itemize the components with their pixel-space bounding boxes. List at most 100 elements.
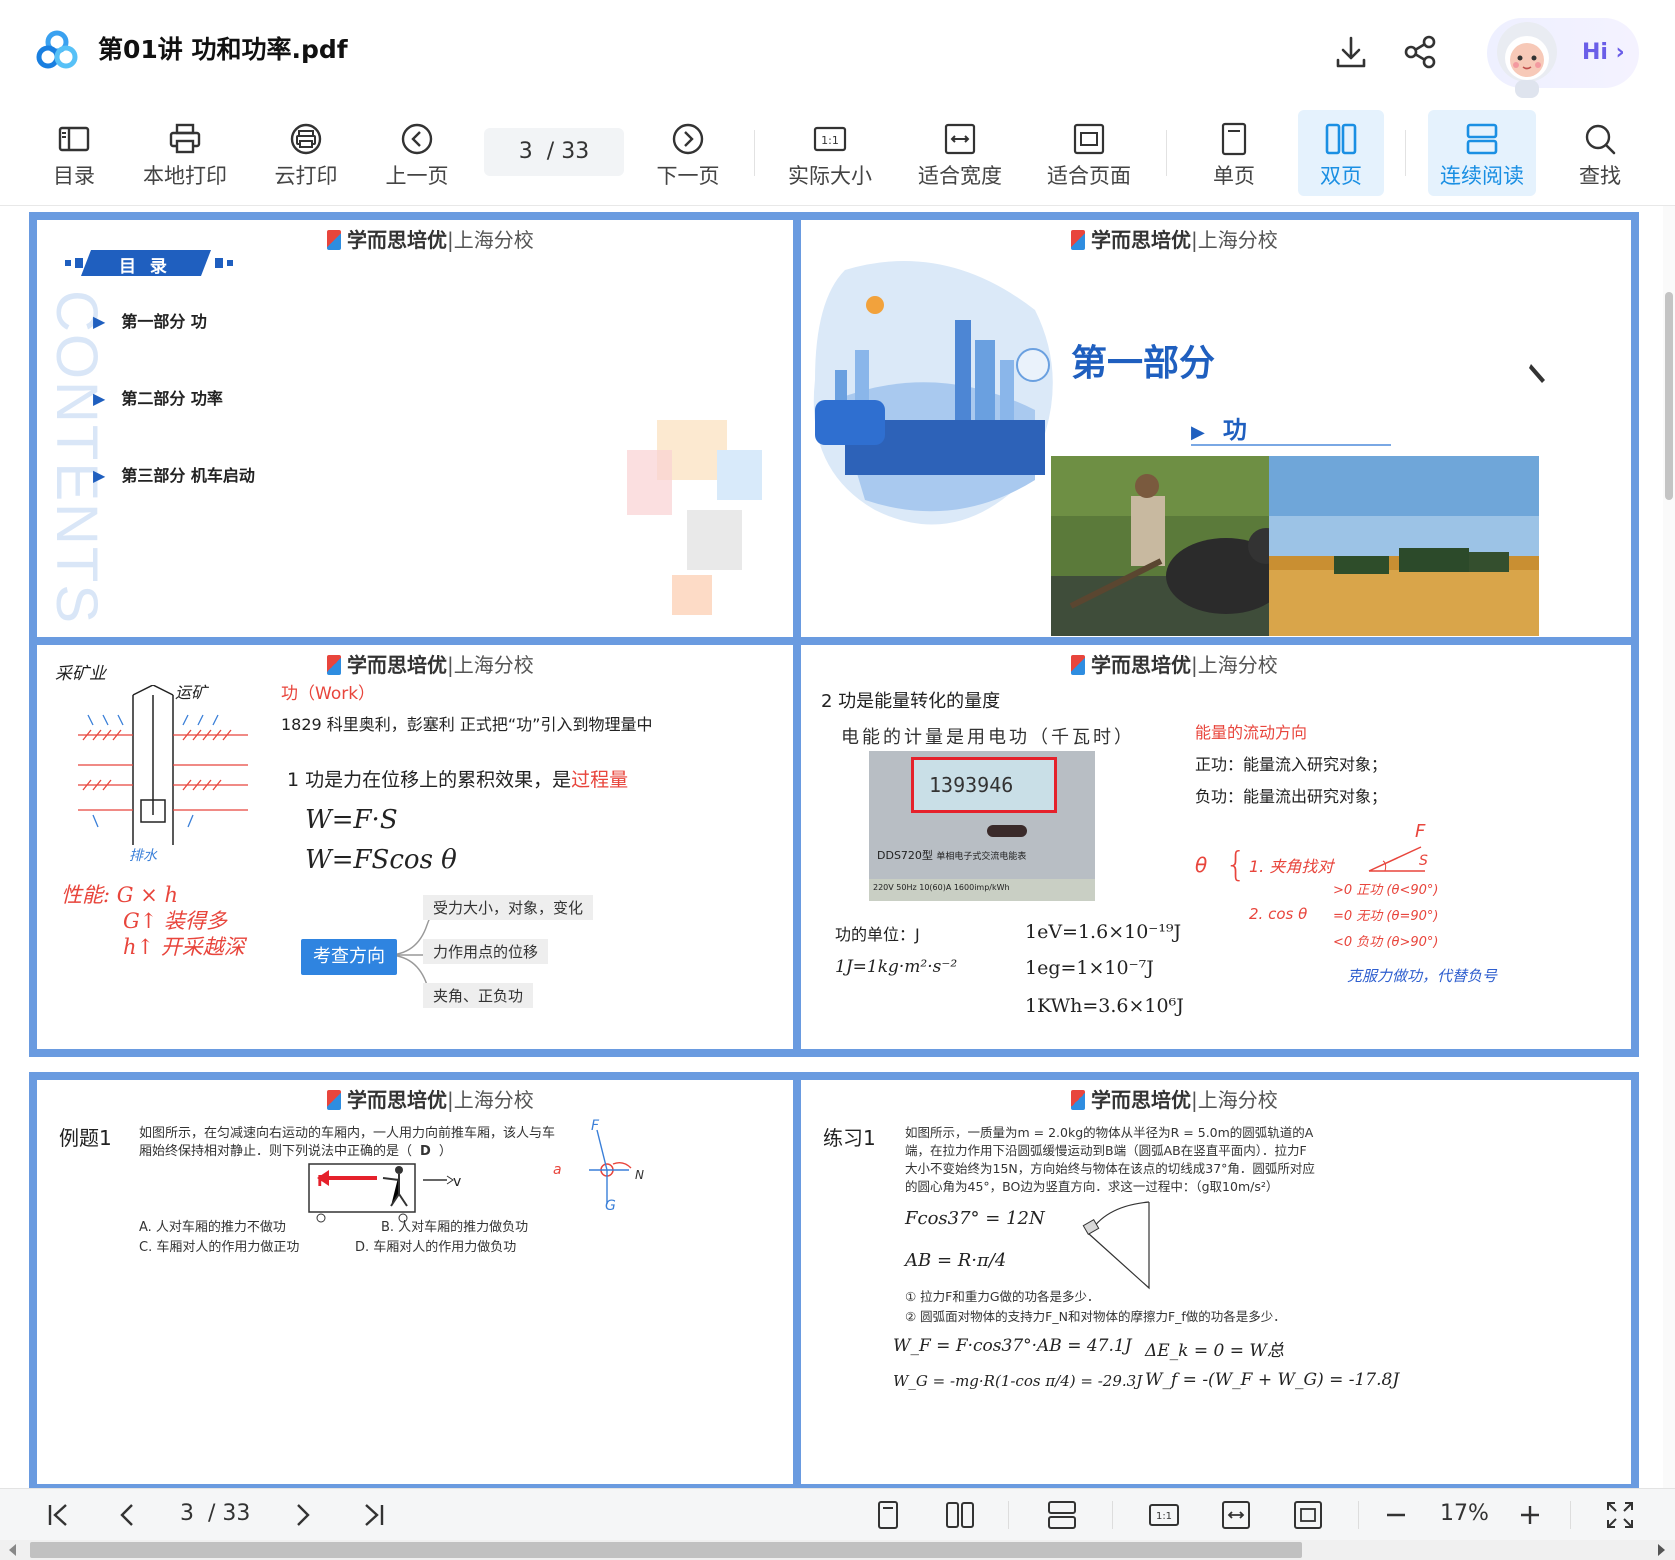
toolbar-label: 查找	[1579, 164, 1621, 188]
download-icon[interactable]	[1331, 32, 1371, 72]
single-page-icon[interactable]	[872, 1499, 904, 1531]
example-label: 例题1	[59, 1126, 112, 1150]
toc-item[interactable]: ▶ 第一部分 功	[93, 308, 207, 332]
scroll-left-icon[interactable]	[8, 1544, 18, 1556]
slide-exercise-1: 学而思培优|上海分校 练习1 如图所示，一质量为m = 2.0kg的物体从半径为…	[793, 1072, 1639, 1488]
toolbar-next-page-button[interactable]: 下一页	[648, 110, 728, 196]
toolbar-actual-size-button[interactable]: 1:1 实际大小	[780, 110, 880, 196]
toolbar-label: 实际大小	[788, 164, 872, 188]
toolbar-toc-button[interactable]: 目录	[38, 110, 110, 196]
vertical-scroll-thumb[interactable]	[1665, 292, 1673, 500]
next-page-icon[interactable]	[286, 1499, 318, 1531]
answer: D	[420, 1144, 431, 1159]
cloud-print-icon	[290, 123, 322, 155]
exercise-label: 练习1	[823, 1126, 876, 1150]
meter-reading: 1393946	[929, 773, 1014, 797]
handwritten-title: 采矿业	[55, 664, 106, 684]
fit-page-icon	[1073, 123, 1105, 155]
figure-G: G	[605, 1198, 616, 1214]
brand-header: 学而思培优|上海分校	[1071, 1084, 1278, 1113]
option-a: A. 人对车厢的推力不做功	[139, 1220, 286, 1235]
toolbar-fit-page-button[interactable]: 适合页面	[1039, 110, 1139, 196]
actual-size-icon: 1:1	[813, 126, 847, 152]
toolbar-label: 云打印	[274, 164, 338, 188]
brand-logo-icon	[327, 230, 341, 250]
definition-text: 1 功是力在位移上的累积效果，是过程量	[287, 769, 629, 791]
continuous-icon[interactable]	[1046, 1499, 1078, 1531]
double-page-icon[interactable]	[944, 1499, 976, 1531]
brand-header: 学而思培优|上海分校	[1071, 649, 1278, 678]
slide-work-definition: 学而思培优|上海分校 采矿业 运矿 排水 性能: G × h G↑ 装得多 h↑…	[29, 637, 825, 1057]
prev-page-icon	[401, 123, 433, 155]
mindmap-branch: 力作用点的位移	[423, 939, 549, 964]
ai-assistant-button[interactable]: Hi ›	[1487, 18, 1639, 98]
printer-icon	[169, 123, 201, 154]
brand-header: 学而思培优|上海分校	[327, 1084, 534, 1113]
brand-logo-icon	[327, 655, 341, 675]
last-page-icon[interactable]	[358, 1499, 390, 1531]
toolbar-label: 上一页	[385, 164, 449, 188]
zoom-out-icon[interactable]	[1380, 1499, 1412, 1531]
handwritten-calc: Fcos37° = 12N	[905, 1208, 1045, 1229]
handwritten-calc: W_G = -mg·R(1-cos π/4) = -29.3J	[893, 1372, 1143, 1390]
handwritten-line2: 2. cos θ	[1249, 905, 1308, 923]
toolbar-fit-width-button[interactable]: 适合宽度	[910, 110, 1010, 196]
toolbar-prev-page-button[interactable]: 上一页	[377, 110, 457, 196]
toc-item[interactable]: ▶ 第二部分 功率	[93, 385, 223, 409]
energy-flow-title: 能量的流动方向	[1195, 723, 1308, 742]
brand-header: 学而思培优|上海分校	[1071, 224, 1278, 253]
toolbar-label: 本地打印	[143, 164, 227, 188]
fit-page-icon[interactable]	[1292, 1499, 1324, 1531]
figure-F2: F	[591, 1118, 600, 1134]
meter-rating: 220V 50Hz 10(60)A 1600imp/kWh	[873, 883, 1010, 892]
first-page-icon[interactable]	[42, 1499, 74, 1531]
share-icon[interactable]	[1400, 32, 1440, 72]
mine-shaft-sketch-icon	[78, 685, 248, 845]
toolbar-label: 适合宽度	[918, 164, 1002, 188]
continuous-icon	[1466, 123, 1498, 155]
scroll-right-icon[interactable]	[1656, 1544, 1666, 1556]
horizontal-scroll-thumb[interactable]	[30, 1542, 1302, 1558]
formula-wscos: W=FScos θ	[305, 845, 457, 875]
toolbar-local-print-button[interactable]: 本地打印	[133, 110, 237, 196]
next-page-icon	[672, 123, 704, 155]
toolbar-single-page-button[interactable]: 单页	[1194, 110, 1274, 196]
handwritten-bottom: 排水	[129, 848, 157, 864]
toolbar-label: 单页	[1213, 164, 1255, 188]
handwritten-negative: <0 负功 (θ>90°)	[1333, 935, 1439, 950]
prev-page-icon[interactable]	[112, 1499, 144, 1531]
sidebar-icon	[58, 126, 90, 152]
electricity-meter-photo: 1393946 DDS720型 单相电子式交流电能表 220V 50Hz 10(…	[869, 751, 1095, 901]
document-viewer[interactable]: 学而思培优|上海分校 CONTENTS 目 录 ▶ 第一部分 功 ▶ 第二部分 功率…	[0, 206, 1675, 1488]
toolbar-double-page-button[interactable]: 双页	[1298, 110, 1384, 196]
horizontal-scrollbar[interactable]	[0, 1540, 1675, 1560]
problem-line: 的圆心角为45°，BO边为竖直方向．求这一过程中：（g取10m/s²）	[905, 1179, 1279, 1194]
conversion-ev: 1eV=1.6×10⁻¹⁹J	[1025, 921, 1182, 943]
toolbar-label: 目录	[53, 164, 95, 188]
problem-line: 端，在拉力作用下沿圆弧缓慢运动到B端（圆弧AB在竖直平面内）．拉力F	[905, 1143, 1307, 1158]
fullscreen-icon[interactable]	[1604, 1499, 1636, 1531]
app-logo-icon	[36, 30, 78, 69]
brand-header: 学而思培优|上海分校	[327, 224, 534, 253]
fit-width-icon[interactable]	[1220, 1499, 1252, 1531]
mindmap-branch: 受力大小，对象，变化	[423, 895, 594, 920]
handwritten-theta: θ	[1195, 853, 1208, 877]
zoom-in-icon[interactable]	[1514, 1499, 1546, 1531]
bottom-page-indicator[interactable]: 3 / 33	[180, 1501, 250, 1526]
page-number-input[interactable]: 3 / 33	[484, 128, 624, 176]
actual-size-icon[interactable]: 1:1	[1148, 1499, 1180, 1531]
toc-item[interactable]: ▶ 第三部分 机车启动	[93, 462, 255, 486]
vertical-scrollbar[interactable]	[1663, 206, 1675, 1488]
svg-text:1:1: 1:1	[1156, 1511, 1172, 1522]
svg-text:1:1: 1:1	[821, 134, 839, 147]
toolbar-search-button[interactable]: 查找	[1560, 110, 1640, 196]
handwritten-calc: W_F = F·cos37°·AB = 47.1J	[893, 1336, 1132, 1356]
slide-energy-measure: 学而思培优|上海分校 2 功是能量转化的量度 电能的计量是用电功（千瓦时） 13…	[793, 637, 1639, 1057]
total-pages: / 33	[546, 139, 590, 164]
slide-part1-cover: 学而思培优|上海分校 第一部分 ▶ 功	[793, 212, 1639, 654]
toolbar-continuous-button[interactable]: 连续阅读	[1428, 110, 1536, 196]
toolbar-cloud-print-button[interactable]: 云打印	[266, 110, 346, 196]
question-line1: 如图所示，在匀减速向右运动的车厢内，一人用力向前推车厢，该人与车	[139, 1126, 556, 1141]
city-illustration-icon	[813, 261, 1053, 525]
toc-title: 目 录	[119, 257, 171, 277]
